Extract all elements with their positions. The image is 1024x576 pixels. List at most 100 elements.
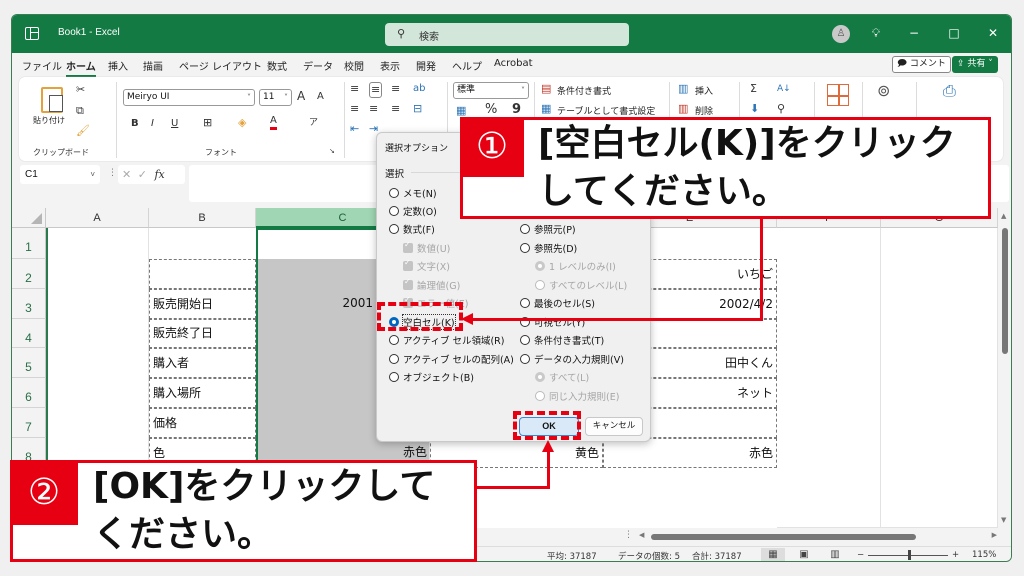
zoom-out-button[interactable]: − xyxy=(857,550,864,560)
decrease-indent-icon[interactable]: ⇤ xyxy=(350,122,359,136)
orientation-icon[interactable]: ab xyxy=(413,82,425,96)
borders-icon[interactable]: ⊞ xyxy=(203,116,212,130)
align-middle-icon[interactable]: ≡ xyxy=(369,82,383,98)
align-right-icon[interactable]: ≡ xyxy=(391,102,400,116)
row-header-3[interactable]: 3 xyxy=(12,289,46,319)
close-button[interactable]: ✕ xyxy=(984,25,1002,41)
cell-e8[interactable]: 赤色 xyxy=(603,438,777,468)
percent-button[interactable]: % xyxy=(485,103,497,117)
tab-insert[interactable]: 挿入 xyxy=(108,58,128,73)
tab-home[interactable]: ホーム xyxy=(66,58,96,77)
option-objects[interactable]: オブジェクト(B) xyxy=(389,370,474,384)
cell-column-g[interactable] xyxy=(881,228,998,528)
scroll-left-icon[interactable]: ◀ xyxy=(639,531,644,539)
option-formulas[interactable]: 数式(F) xyxy=(389,222,435,236)
comment-button[interactable]: 🗩︎ コメント xyxy=(892,56,951,73)
font-size-select[interactable]: 11 ˅ xyxy=(259,89,292,106)
option-current-array[interactable]: アクティブ セルの配列(A) xyxy=(389,352,514,366)
paste-icon[interactable] xyxy=(41,87,63,113)
grow-font-button[interactable]: A xyxy=(297,89,305,103)
cancel-entry-icon[interactable]: ✕ xyxy=(122,168,131,181)
insert-cells-button[interactable]: 挿入 xyxy=(695,84,713,97)
vertical-scrollbar[interactable]: ▲ ▼ xyxy=(998,208,1011,528)
font-color-icon[interactable]: A xyxy=(270,115,277,130)
cancel-button[interactable]: キャンセル xyxy=(585,417,643,436)
cell-b4[interactable]: 販売終了日 xyxy=(149,319,256,348)
tab-view[interactable]: 表示 xyxy=(380,58,400,73)
tab-formulas[interactable]: 数式 xyxy=(267,58,287,73)
copy-icon[interactable]: ⧉ xyxy=(76,104,84,118)
format-as-table-icon[interactable]: ▦ xyxy=(541,102,551,116)
delete-cells-button[interactable]: 削除 xyxy=(695,104,713,117)
font-name-select[interactable]: Meiryo UI ˅ xyxy=(123,89,255,106)
cut-icon[interactable]: ✂ xyxy=(76,83,85,97)
column-header-a[interactable]: A xyxy=(46,208,149,228)
name-box[interactable]: C1 ˅ xyxy=(20,165,100,184)
row-header-2[interactable]: 2 xyxy=(12,259,46,289)
shrink-font-button[interactable]: A xyxy=(317,90,324,104)
cell-column-f[interactable] xyxy=(777,228,881,528)
cell-b2[interactable] xyxy=(149,259,256,289)
currency-icon[interactable]: ▦ xyxy=(456,104,466,118)
option-current-region[interactable]: アクティブ セル領域(R) xyxy=(389,333,505,347)
option-conditional-formats[interactable]: 条件付き書式(T) xyxy=(520,333,604,347)
vertical-scroll-thumb[interactable] xyxy=(1002,228,1008,354)
row-header-6[interactable]: 6 xyxy=(12,378,46,408)
addins-icon[interactable] xyxy=(827,84,849,106)
scroll-up-icon[interactable]: ▲ xyxy=(1001,212,1006,220)
align-bottom-icon[interactable]: ≡ xyxy=(391,82,400,96)
cell-c3[interactable]: 2001 xyxy=(256,289,376,319)
tab-acrobat[interactable]: Acrobat xyxy=(494,58,533,69)
scroll-right-icon[interactable]: ▶ xyxy=(992,531,997,539)
normal-view-icon[interactable]: ▦ xyxy=(761,548,785,561)
minimize-button[interactable]: − xyxy=(905,25,923,41)
cell-b5[interactable]: 購入者 xyxy=(149,348,256,378)
cell-b6[interactable]: 購入場所 xyxy=(149,378,256,408)
italic-button[interactable]: I xyxy=(151,117,154,131)
option-precedents[interactable]: 参照元(P) xyxy=(520,222,576,236)
merge-cells-icon[interactable]: ⊟ xyxy=(413,102,422,116)
zoom-slider-thumb[interactable] xyxy=(908,550,911,560)
search-box[interactable]: ⚲ 検索 xyxy=(385,23,629,46)
option-last-cell[interactable]: 最後のセル(S) xyxy=(520,296,595,310)
option-data-validation[interactable]: データの入力規則(V) xyxy=(520,352,624,366)
account-avatar-icon[interactable]: ♙ xyxy=(832,25,850,43)
acrobat-pdf-icon[interactable]: ⎙ xyxy=(943,83,956,99)
tab-page-layout[interactable]: ページ レイアウト xyxy=(179,58,262,73)
lightbulb-icon[interactable]: 💡︎ xyxy=(867,25,885,41)
cell-b3[interactable]: 販売開始日 xyxy=(149,289,256,319)
select-all-button[interactable] xyxy=(12,208,46,228)
tab-developer[interactable]: 開発 xyxy=(416,58,436,73)
delete-cells-icon[interactable]: ▥ xyxy=(678,102,688,116)
tab-file[interactable]: ファイル xyxy=(22,58,62,73)
paste-label[interactable]: 貼り付け xyxy=(33,115,65,126)
align-left-icon[interactable]: ≡ xyxy=(350,102,359,116)
tab-data[interactable]: データ xyxy=(303,58,333,73)
tab-draw[interactable]: 描画 xyxy=(143,58,163,73)
conditional-format-icon[interactable]: ▤ xyxy=(541,82,551,96)
horizontal-scroll-thumb[interactable] xyxy=(651,534,916,540)
sort-filter-icon[interactable]: A↓ xyxy=(777,82,791,96)
autosum-button[interactable]: Σ xyxy=(750,82,757,96)
insert-cells-icon[interactable]: ▥ xyxy=(678,82,688,96)
row-header-5[interactable]: 5 xyxy=(12,348,46,378)
align-center-icon[interactable]: ≡ xyxy=(369,102,378,116)
status-average[interactable]: 平均: 37187 xyxy=(547,550,597,561)
row-header-4[interactable]: 4 xyxy=(12,319,46,348)
share-button[interactable]: ⇪ 共有 ˅ xyxy=(952,56,998,73)
scroll-down-icon[interactable]: ▼ xyxy=(1001,516,1006,524)
row-header-1[interactable]: 1 xyxy=(12,228,46,259)
align-top-icon[interactable]: ≡ xyxy=(350,82,359,96)
enter-entry-icon[interactable]: ✓ xyxy=(138,168,147,181)
zoom-in-button[interactable]: + xyxy=(952,550,959,560)
comma-button[interactable]: 9 xyxy=(512,103,521,117)
option-notes[interactable]: メモ(N) xyxy=(389,186,437,200)
tab-review[interactable]: 校閲 xyxy=(344,58,364,73)
page-layout-view-icon[interactable]: ▣ xyxy=(792,548,816,561)
font-dialog-launcher-icon[interactable]: ↘ xyxy=(329,147,335,155)
status-count[interactable]: データの個数: 5 xyxy=(618,550,680,561)
phonetic-icon[interactable]: ア xyxy=(309,116,318,130)
find-icon[interactable]: ⚲ xyxy=(777,102,785,116)
horizontal-scrollbar[interactable]: ◀ ▶ xyxy=(637,531,999,543)
status-sum[interactable]: 合計: 37187 xyxy=(692,550,742,561)
